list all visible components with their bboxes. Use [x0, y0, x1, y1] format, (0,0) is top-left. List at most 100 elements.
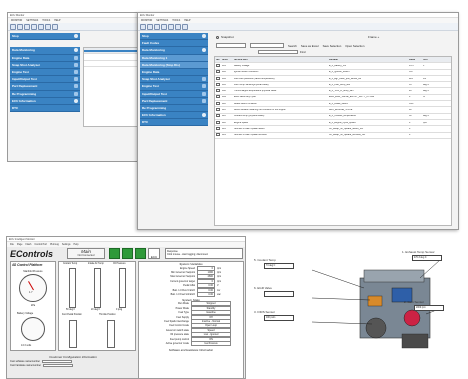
menu-settings[interactable]: SETTINGS — [26, 19, 38, 22]
nav-snapshot-analyzer[interactable]: Snap Shot Analyzer — [140, 76, 208, 84]
frame-control[interactable]: Frame + — [368, 35, 379, 39]
menu-flash[interactable]: Flash — [25, 243, 31, 246]
row-id: 010 — [222, 102, 226, 105]
sidebar: Stop Fault Codes Data Monitoring Data Mo… — [140, 33, 208, 127]
nav-part-replacement[interactable]: Part Replacement — [10, 83, 80, 91]
menu-help[interactable]: HELP — [184, 19, 190, 22]
row-id: 003 — [222, 71, 226, 74]
nav-io-test[interactable]: Input/Output Test — [10, 76, 80, 84]
row-variable: EGR_EGR_VALVE_ENTRY_DUTY_CYCLE — [329, 96, 375, 99]
nav-label: Part Replacement — [12, 84, 38, 89]
nav-data-monitoring[interactable]: Data Monitoring — [10, 47, 80, 55]
menu-control-port[interactable]: Control Port — [34, 243, 47, 246]
table-row[interactable]: 014 Number of REP update success CL_Edwp_n… — [215, 133, 451, 139]
help-icon[interactable] — [182, 24, 188, 30]
menu-settings[interactable]: SETTINGS — [156, 19, 168, 22]
search-field[interactable] — [250, 43, 284, 48]
nav-dtc[interactable]: DTC — [10, 104, 80, 113]
nav-engine-data[interactable]: Engine Data — [10, 54, 80, 62]
row-service-item: Turbocharged temperature physical value — [234, 90, 277, 93]
menu-settings[interactable]: Settings — [62, 243, 71, 246]
window-title: ECU Monitor — [140, 13, 155, 17]
ecc-button[interactable]: ECC — [148, 248, 160, 259]
filter-input[interactable] — [216, 43, 246, 48]
save-icon[interactable] — [17, 24, 23, 30]
print-icon[interactable] — [154, 24, 160, 30]
connect-icon[interactable] — [31, 24, 37, 30]
help-icon[interactable] — [52, 24, 58, 30]
table-row[interactable] — [84, 61, 142, 67]
sidebar: Stop Data Monitoring Engine Data Snap Sh… — [10, 33, 80, 113]
menu-monitor[interactable]: MONITOR — [11, 19, 22, 22]
nav-stop[interactable]: Stop — [10, 33, 80, 41]
menu-tools[interactable]: TOOLS — [172, 19, 180, 22]
nav-data-monitoring-1[interactable]: Data Monitoring 1 — [140, 54, 208, 62]
callout-title: 5. Coolant Temp — [254, 258, 276, 262]
menu-help[interactable]: HELP — [54, 19, 60, 22]
nav-engine-test[interactable]: Engine Test — [10, 68, 80, 77]
menu-bar: File Page Flash Control Port Plot/Log Se… — [7, 242, 245, 247]
menu-file[interactable]: File — [10, 243, 14, 246]
row-variable: CL_Edwp_nb_update_success_rec — [329, 134, 366, 137]
system-state: Run Mode Stopped Power Mode Standby Fuel Typ… — [139, 301, 243, 346]
nav-part-replacement[interactable]: Part Replacement — [140, 97, 208, 105]
save-excel-button[interactable]: Save as Excel — [301, 44, 319, 48]
battery-title: Battery Voltage — [17, 312, 34, 315]
row-value: 35 — [409, 83, 412, 86]
save-selection-button[interactable]: Save Selection — [323, 44, 342, 48]
row-service-item: Coolant temp (physical value) — [234, 115, 265, 118]
row-unit: mV — [423, 77, 427, 80]
throttle-title: Throttle Position — [99, 314, 116, 316]
sys-var-label: Batt. 1.0 Run-V EGO — [172, 288, 195, 292]
nav-reprogramming[interactable]: Re Programming — [10, 90, 80, 98]
nav-label: Data Monitoring 1 — [142, 55, 168, 60]
nav-snapshot-analyzer[interactable]: Snap Shot Analyzer — [10, 61, 80, 69]
search-button[interactable]: Search — [288, 44, 297, 48]
col-header: Unit — [423, 58, 428, 61]
sensor-title: Intake Air Temp — [88, 263, 104, 265]
menu-plot-log[interactable]: Plot/Log — [50, 243, 59, 246]
nav-data-monitoring[interactable]: Data Monitoring — [140, 47, 208, 55]
nav-engine-test[interactable]: Engine Test — [140, 83, 208, 91]
home-icon[interactable] — [10, 24, 16, 30]
battery-value: 13.3 — [21, 344, 26, 347]
nav-stop[interactable]: Stop — [140, 33, 208, 41]
pedal-title: Foot Pedal Position — [62, 314, 82, 316]
snapshot-option[interactable]: Snapshot — [216, 35, 234, 39]
nav-data-monitoring-stop[interactable]: Data Monitoring (Stop Dis) — [140, 61, 208, 69]
menu-monitor[interactable]: MONITOR — [141, 19, 152, 22]
nav-io-test[interactable]: Input/Output Test — [140, 90, 208, 98]
forward-button[interactable] — [122, 248, 133, 259]
software-info-title: Software and Hardware Information — [168, 347, 214, 352]
print-icon[interactable] — [24, 24, 30, 30]
nav-fault-codes[interactable]: Fault Codes — [140, 40, 208, 48]
menu-tools[interactable]: TOOLS — [42, 19, 50, 22]
nav-label: Re Programming — [12, 91, 37, 96]
home-icon[interactable] — [140, 24, 146, 30]
row-id: 009 — [222, 96, 226, 99]
nav-dtc[interactable]: DTC — [140, 119, 208, 127]
connect-icon[interactable] — [161, 24, 167, 30]
graph-icon[interactable] — [38, 24, 44, 30]
menu-page[interactable]: Page — [17, 243, 23, 246]
graph-icon[interactable] — [168, 24, 174, 30]
back-button[interactable] — [109, 248, 120, 259]
battery-unit: volts — [26, 344, 32, 347]
nav-ecu-info[interactable]: ECU Information — [10, 97, 80, 105]
nav-engine-data[interactable]: Engine Data — [140, 68, 208, 77]
config-icon[interactable] — [175, 24, 181, 30]
save-icon[interactable] — [147, 24, 153, 30]
open-selection-button[interactable]: Open Selection — [345, 44, 364, 48]
refresh-button[interactable] — [135, 248, 146, 259]
nav-blank[interactable] — [10, 40, 80, 48]
main-tab[interactable]: Main Not Connected — [67, 248, 105, 259]
sys-var-value: 0.00 — [197, 292, 215, 298]
nav-ecu-info[interactable]: ECU Information — [140, 112, 208, 120]
nav-reprogramming[interactable]: Re Programming — [140, 104, 208, 113]
nav-label: DTC — [12, 105, 19, 110]
nav-label: Data Monitoring (Stop Dis) — [142, 62, 180, 67]
config-icon[interactable] — [45, 24, 51, 30]
menu-help[interactable]: Help — [74, 243, 79, 246]
nav-label: Fault Codes — [142, 41, 160, 46]
find-input[interactable] — [258, 50, 298, 54]
